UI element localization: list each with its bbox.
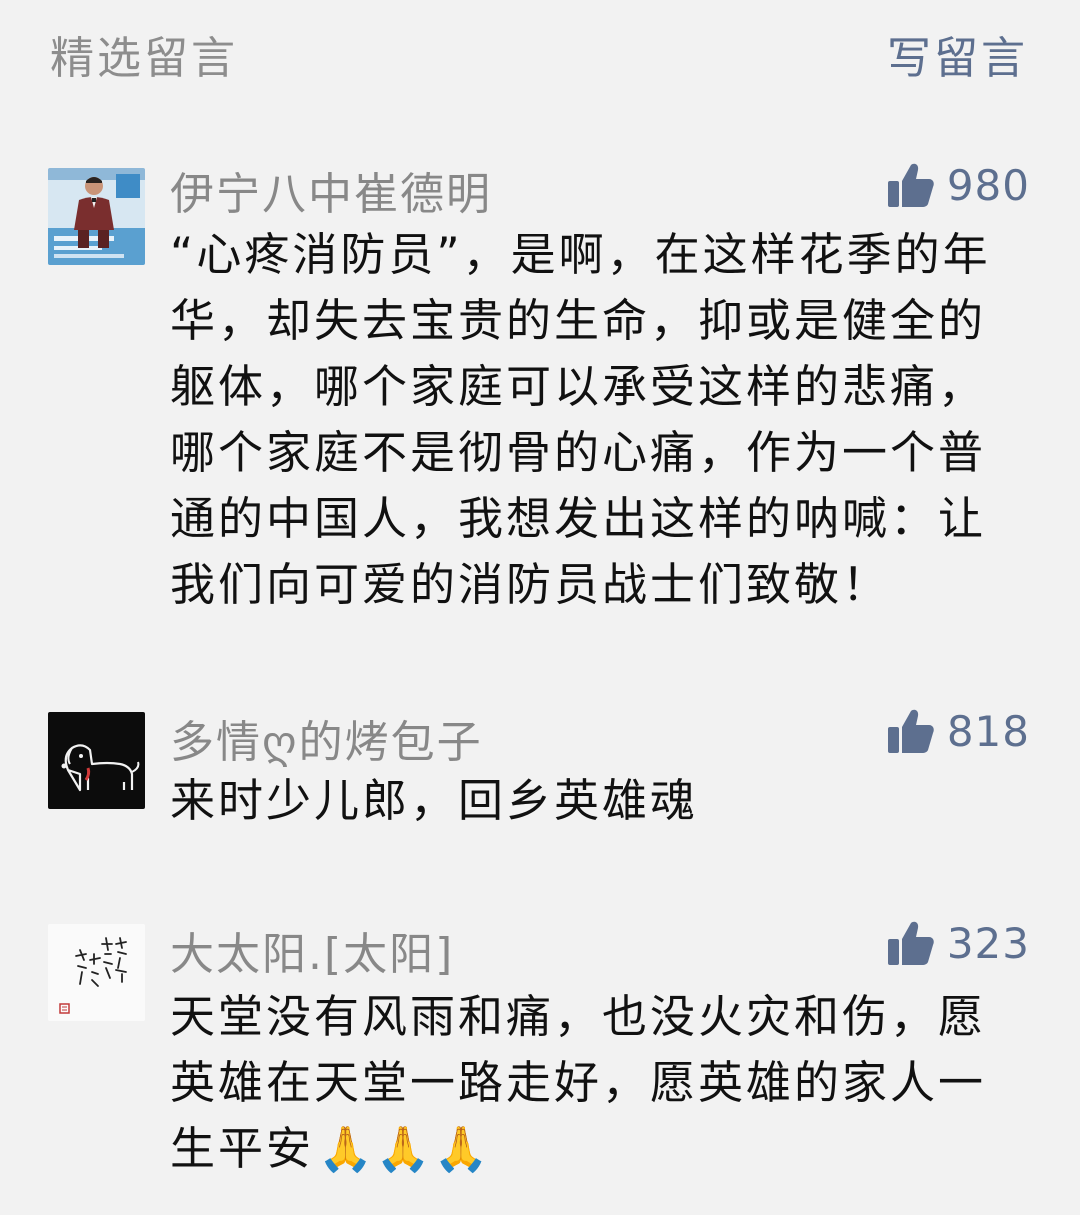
comment-text-block: 天堂没有风雨和痛，也没火灾和伤，愿英雄在天堂一路走好，愿英雄的家人一生平安🙏🙏🙏	[170, 984, 1020, 1183]
thumbs-up-icon	[887, 163, 934, 207]
avatar[interactable]	[48, 924, 145, 1021]
avatar[interactable]	[48, 168, 145, 265]
like-count: 818	[946, 706, 1030, 756]
like-button[interactable]: 323	[885, 918, 1030, 968]
comment-nickname[interactable]: 多情ღ的烤包子	[170, 706, 483, 770]
person-photo-avatar-icon	[48, 168, 145, 265]
like-count: 980	[946, 160, 1030, 210]
featured-comments-title: 精选留言	[50, 33, 238, 84]
comments-header: 精选留言 写留言	[0, 0, 1080, 100]
comment-text: “心疼消防员”，是啊，在这样花季的年华，却失去宝贵的生命，抑或是健全的躯体，哪个…	[170, 228, 991, 611]
like-count: 323	[946, 918, 1030, 968]
comment-text: 天堂没有风雨和痛，也没火灾和伤，愿英雄在天堂一路走好，愿英雄的家人一生平安	[170, 990, 987, 1175]
dog-drawing-avatar-icon	[48, 712, 145, 809]
comment-nickname[interactable]: 大太阳.[太阳]	[170, 918, 454, 982]
comment-nickname[interactable]: 伊宁八中崔德明	[170, 158, 492, 222]
avatar[interactable]	[48, 712, 145, 809]
write-comment-button[interactable]: 写留言	[887, 22, 1028, 86]
like-button[interactable]: 818	[885, 706, 1030, 756]
praying-hands-emoji: 🙏🙏🙏	[318, 1124, 492, 1175]
calligraphy-avatar-icon	[48, 924, 145, 1021]
like-button[interactable]: 980	[885, 160, 1030, 210]
thumbs-up-icon	[887, 921, 934, 965]
thumbs-up-icon	[887, 709, 934, 753]
comment-text: 来时少儿郎，回乡英雄魂	[170, 774, 699, 827]
